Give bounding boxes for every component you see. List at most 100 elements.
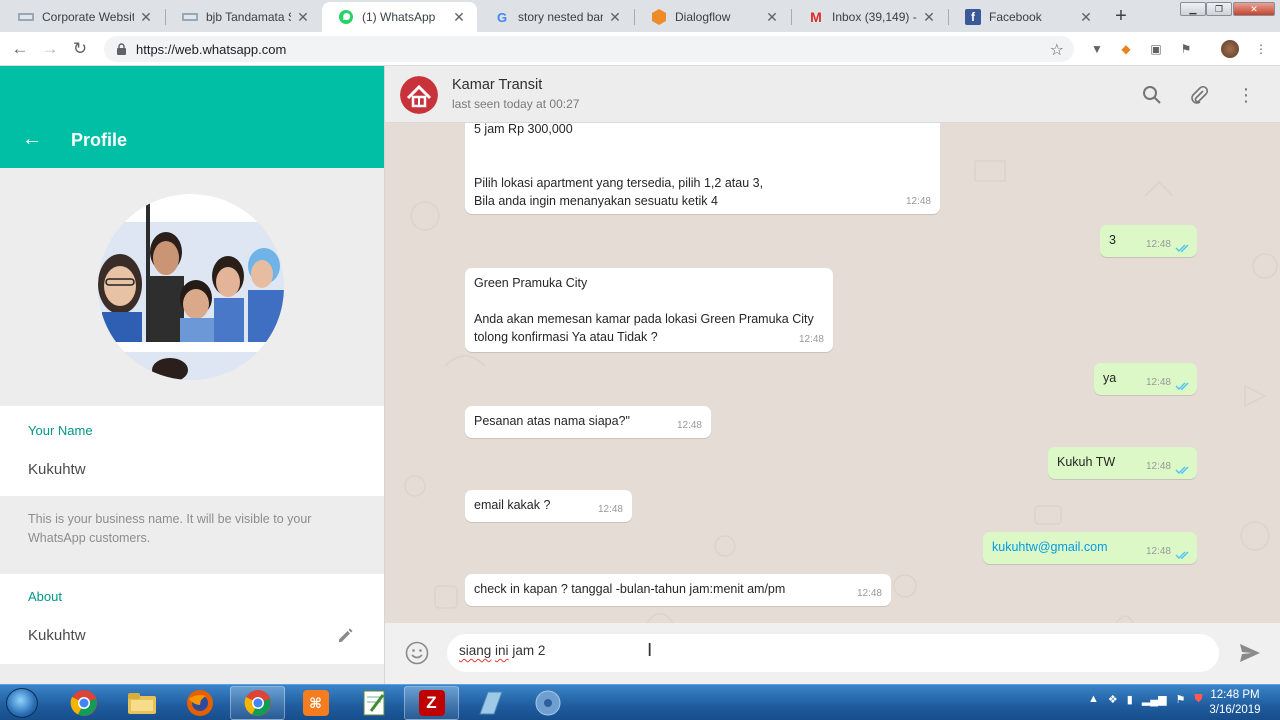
tray-expand-icon[interactable]: ▲ [1088, 693, 1099, 706]
reload-icon[interactable]: ↻ [68, 38, 92, 60]
message-incoming: 5 jam Rp 300,000 Pilih lokasi apartment … [465, 110, 940, 214]
taskbar-filezilla-icon[interactable]: Z [404, 686, 459, 720]
attach-paperclip-icon[interactable] [1188, 84, 1210, 106]
tab-title: bjb Tandamata SIM [206, 10, 291, 24]
windows-start-icon[interactable] [6, 688, 38, 718]
chat-header: Kamar Transit last seen today at 00:27 ⋮ [385, 66, 1280, 123]
user-avatar-icon[interactable] [1221, 40, 1239, 58]
extension-flag-icon[interactable]: ⚑ [1178, 41, 1194, 57]
read-double-check-icon [1175, 466, 1189, 474]
search-icon[interactable] [1141, 84, 1163, 106]
send-icon[interactable] [1238, 641, 1262, 665]
message-text: Green Pramuka City Anda akan memesan kam… [474, 276, 814, 344]
message-time: 12:48 [1145, 377, 1171, 388]
taskbar-clock[interactable]: 12:48 PM 3/16/2019 [1198, 688, 1272, 718]
message-text: 5 jam Rp 300,000 Pilih lokasi apartment … [474, 122, 764, 208]
profile-header: ← Profile [0, 66, 384, 168]
spellcheck-word: siang [459, 643, 492, 658]
message-text: check in kapan ? tanggal -bulan-tahun ja… [474, 582, 786, 596]
about-value[interactable]: Kukuhtw [28, 627, 86, 644]
message-incoming: Pesanan atas nama siapa?" 12:48 [465, 406, 711, 438]
typed-text: jam 2 [508, 643, 546, 658]
message-incoming: email kakak ? 12:48 [465, 490, 632, 522]
message-time: 12:48 [856, 588, 882, 599]
clock-date: 3/16/2019 [1209, 704, 1261, 716]
message-incoming: Green Pramuka City Anda akan memesan kam… [465, 268, 833, 352]
message-outgoing: 3 12:48 [1100, 225, 1197, 257]
tab-whatsapp[interactable]: (1) WhatsApp ✕ [322, 2, 477, 32]
tab-story-nested[interactable]: G story nested bande ✕ [478, 2, 633, 32]
back-arrow-icon[interactable]: ← [22, 128, 42, 151]
message-outgoing: Kukuh TW 12:48 [1048, 447, 1197, 479]
profile-photo-area [0, 168, 384, 406]
tab-gmail-inbox[interactable]: M Inbox (39,149) - ku ✕ [792, 2, 947, 32]
extension-metamask-icon[interactable]: ◆ [1118, 41, 1134, 57]
tab-bjb-tandamata[interactable]: bjb Tandamata SIM ✕ [166, 2, 321, 32]
chat-menu-icon[interactable]: ⋮ [1235, 84, 1257, 106]
chat-panel: Kamar Transit last seen today at 00:27 ⋮… [385, 66, 1280, 684]
browser-menu-icon[interactable]: ⋮ [1253, 41, 1269, 57]
taskbar-notepad-icon[interactable] [346, 686, 401, 720]
back-arrow-icon[interactable]: ← [8, 38, 32, 60]
tab-close-icon[interactable]: ✕ [295, 9, 311, 26]
read-double-check-icon [1175, 382, 1189, 390]
message-incoming: check in kapan ? tanggal -bulan-tahun ja… [465, 574, 891, 606]
taskbar-chrome-icon[interactable] [56, 686, 111, 720]
your-name-section: Your Name Kukuhtw [0, 406, 384, 496]
tray-signal-icon[interactable]: ▂▄▆ [1142, 693, 1167, 706]
tab-facebook[interactable]: f Facebook ✕ [949, 2, 1104, 32]
forward-arrow-icon[interactable]: → [38, 38, 62, 60]
tab-corporate-website[interactable]: Corporate Website ✕ [2, 2, 164, 32]
dialogflow-favicon-icon [651, 9, 667, 25]
extension-cast-icon[interactable]: ▣ [1148, 41, 1164, 57]
whatsapp-favicon-icon [338, 9, 354, 25]
contact-last-seen: last seen today at 00:27 [452, 97, 580, 111]
new-tab-button[interactable]: + [1108, 4, 1134, 28]
tab-dialogflow[interactable]: Dialogflow ✕ [635, 2, 790, 32]
business-name-note: This is your business name. It will be v… [28, 512, 312, 545]
tab-close-icon[interactable]: ✕ [764, 9, 780, 26]
extension-vpn-icon[interactable]: ▼ [1089, 41, 1105, 57]
close-window-button[interactable]: ✕ [1233, 2, 1275, 16]
message-time: 12:48 [798, 334, 824, 345]
clock-time: 12:48 PM [1210, 689, 1260, 701]
spellcheck-word: ini [495, 643, 509, 658]
taskbar-firefox-icon[interactable] [172, 686, 227, 720]
taskbar-app-icon[interactable] [462, 686, 517, 720]
bookmark-star-icon[interactable]: ☆ [1050, 40, 1064, 60]
message-input[interactable]: siang ini jam 2 I [447, 634, 1219, 672]
tab-close-icon[interactable]: ✕ [138, 9, 154, 26]
message-time: 12:48 [676, 420, 702, 431]
profile-photo[interactable] [98, 194, 284, 380]
edit-pencil-icon[interactable] [337, 626, 355, 644]
message-time: 12:48 [597, 504, 623, 515]
tab-close-icon[interactable]: ✕ [607, 9, 623, 26]
gmail-favicon-icon: M [810, 9, 822, 25]
taskbar-chrome-running-icon[interactable] [230, 686, 285, 720]
tab-title: story nested bande [518, 10, 603, 24]
tab-title: Facebook [989, 10, 1042, 24]
contact-avatar[interactable] [400, 76, 438, 114]
tab-close-icon[interactable]: ✕ [451, 9, 467, 26]
text-cursor-icon: I [647, 640, 653, 661]
maximize-window-button[interactable]: ❐ [1206, 2, 1232, 16]
profile-title: Profile [71, 130, 128, 150]
contact-name[interactable]: Kamar Transit [452, 77, 542, 93]
address-bar[interactable]: https://web.whatsapp.com ☆ [104, 36, 1074, 62]
taskbar-disc-icon[interactable] [520, 686, 575, 720]
tab-close-icon[interactable]: ✕ [921, 9, 937, 26]
message-time: 12:48 [905, 196, 931, 207]
tray-flag-icon[interactable]: ⚑ [1176, 693, 1186, 706]
tab-close-icon[interactable]: ✕ [1078, 9, 1094, 26]
tray-network-icon[interactable]: ▮ [1127, 693, 1133, 706]
taskbar-file-explorer-icon[interactable] [114, 686, 169, 720]
taskbar-xampp-icon[interactable]: ⌘ [288, 686, 343, 720]
tray-dropbox-icon[interactable]: ❖ [1108, 693, 1118, 706]
lock-icon [114, 42, 128, 56]
your-name-value[interactable]: Kukuhtw [28, 461, 86, 478]
system-tray: ▲ ❖ ▮ ▂▄▆ ⚑ ⛊ [1088, 693, 1203, 706]
emoji-icon[interactable] [405, 641, 429, 665]
message-text: Pesanan atas nama siapa?" [474, 414, 630, 428]
profile-panel: ← Profile Your Name Kukuhtw This is your… [0, 66, 385, 684]
minimize-window-button[interactable]: ▁ [1180, 2, 1206, 16]
